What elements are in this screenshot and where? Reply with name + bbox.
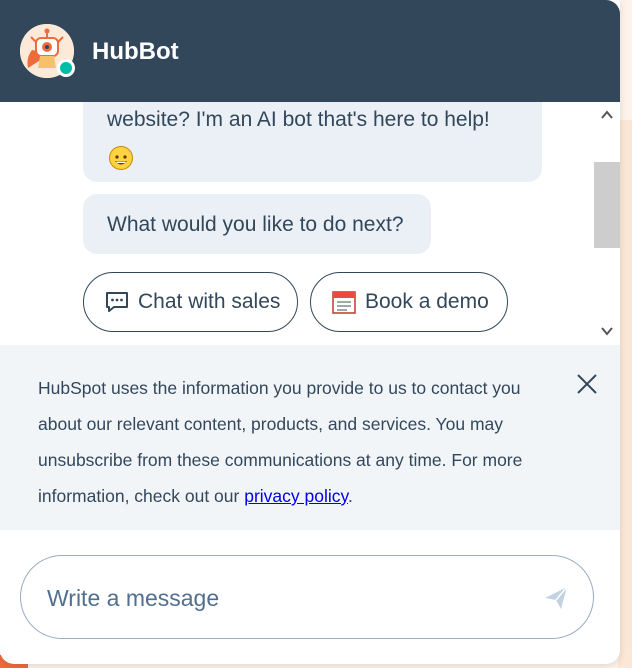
message-input[interactable] bbox=[45, 578, 509, 618]
close-icon[interactable] bbox=[574, 371, 600, 397]
scrollbar-thumb[interactable] bbox=[594, 162, 620, 248]
online-status-indicator bbox=[57, 59, 75, 77]
chat-widget: HubBot website? I'm an AI bot that's her… bbox=[0, 0, 620, 664]
bot-message-bubble: What would you like to do next? bbox=[83, 194, 431, 254]
chat-with-sales-label: Chat with sales bbox=[138, 290, 281, 313]
privacy-notice: HubSpot uses the information you provide… bbox=[0, 345, 620, 530]
chevron-down-icon[interactable] bbox=[600, 324, 614, 338]
bot-message-text: What would you like to do next? bbox=[107, 213, 404, 236]
bot-message-bubble: website? I'm an AI bot that's here to he… bbox=[83, 102, 542, 182]
chat-bubble-icon bbox=[104, 289, 130, 315]
chat-header: HubBot bbox=[0, 0, 620, 102]
bot-name: HubBot bbox=[92, 38, 179, 65]
bot-message-text: website? I'm an AI bot that's here to he… bbox=[107, 108, 490, 131]
privacy-policy-link[interactable]: privacy policy bbox=[244, 486, 348, 506]
message-list: website? I'm an AI bot that's here to he… bbox=[0, 102, 592, 345]
privacy-notice-period: . bbox=[347, 486, 353, 506]
privacy-notice-text: HubSpot uses the information you provide… bbox=[38, 370, 558, 514]
message-scrollbar[interactable] bbox=[594, 102, 620, 345]
send-icon[interactable] bbox=[542, 584, 570, 612]
page-background-strip bbox=[618, 120, 632, 668]
book-a-demo-label: Book a demo bbox=[365, 290, 489, 313]
calendar-icon bbox=[331, 289, 357, 315]
book-a-demo-button[interactable]: Book a demo bbox=[310, 272, 508, 332]
chat-with-sales-button[interactable]: Chat with sales bbox=[83, 272, 298, 332]
message-composer[interactable] bbox=[20, 555, 594, 639]
grinning-face-emoji-icon bbox=[109, 146, 133, 170]
chevron-up-icon[interactable] bbox=[600, 108, 614, 122]
